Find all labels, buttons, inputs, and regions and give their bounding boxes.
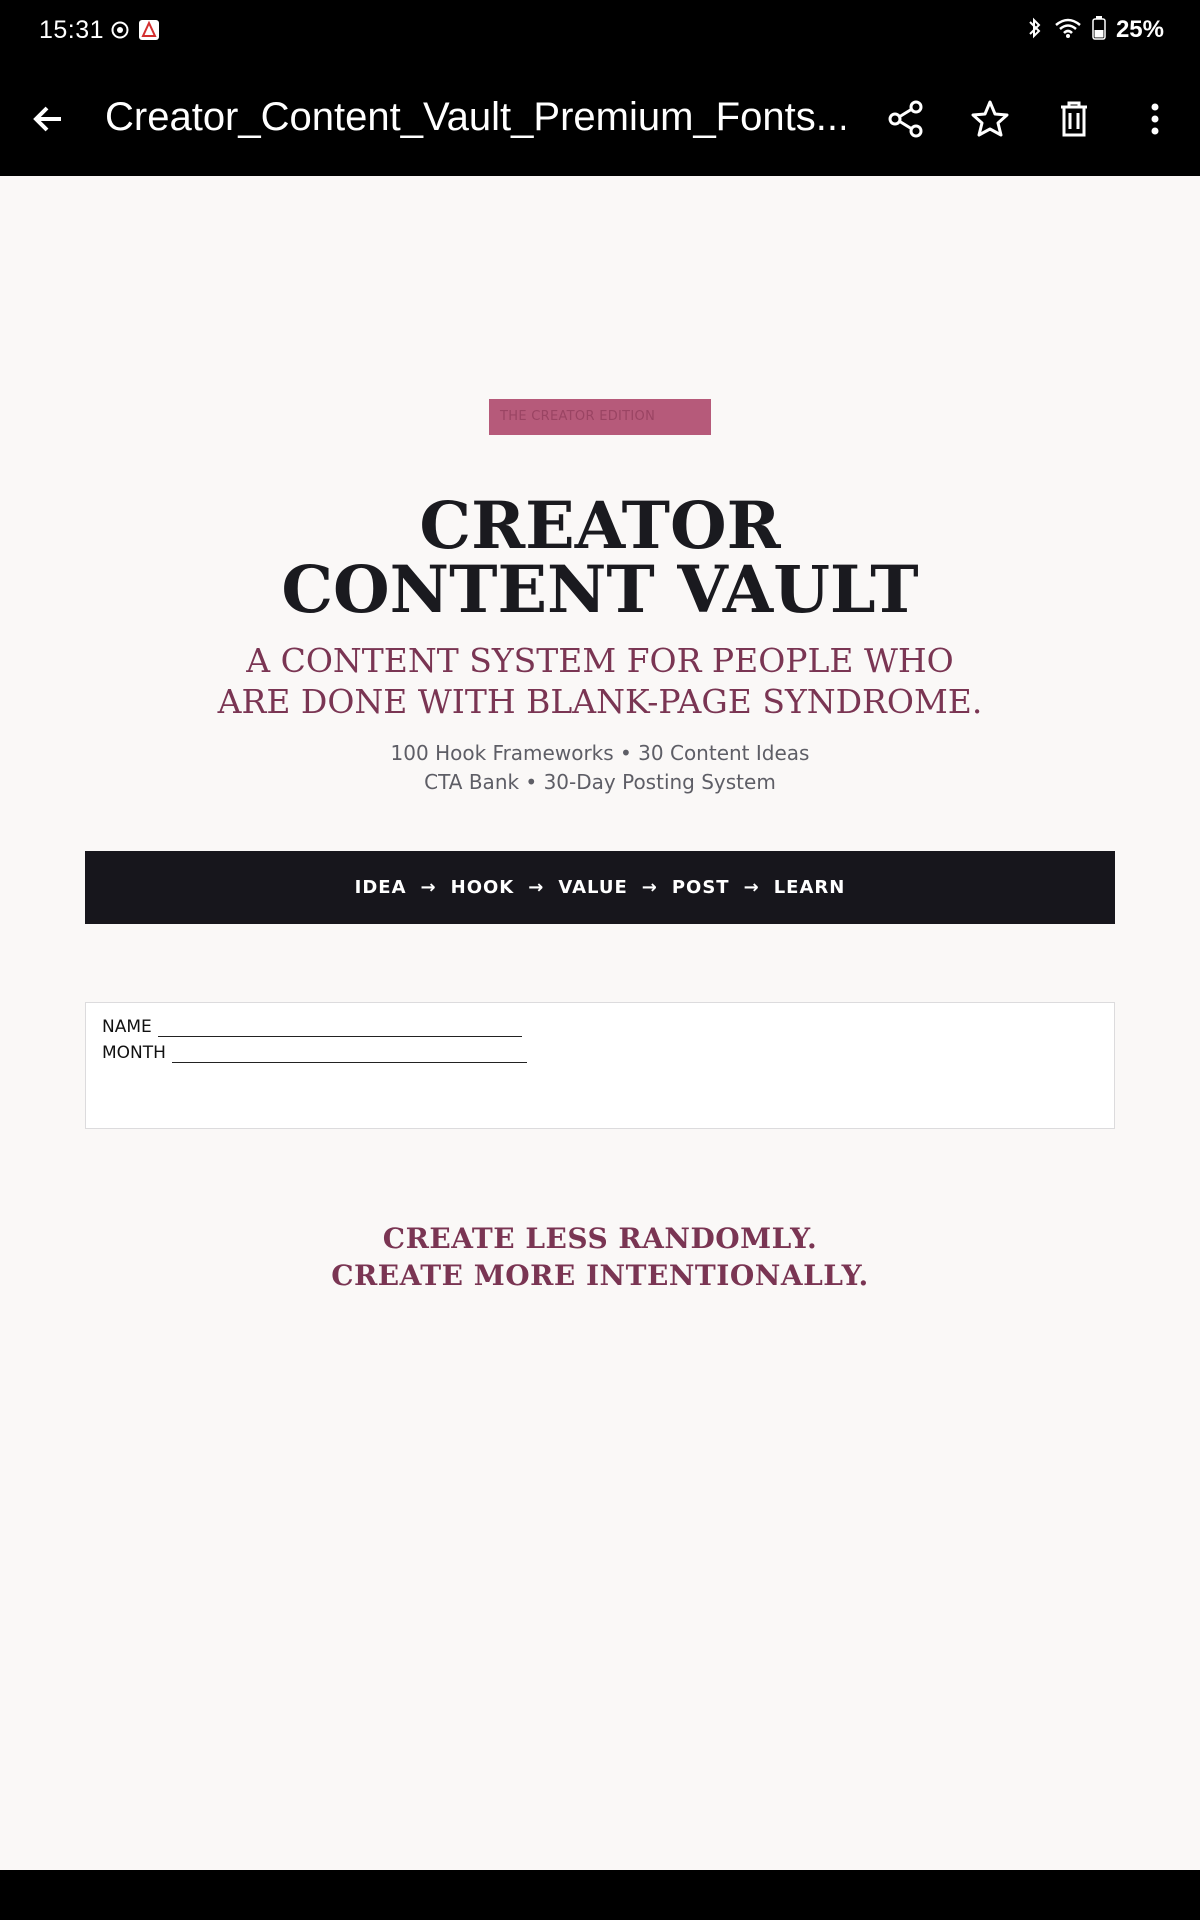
tagline-line-2: CREATE MORE INTENTIONALLY. [331, 1259, 869, 1292]
name-line [157, 1018, 522, 1037]
main-title: CREATOR CONTENT VAULT [0, 494, 1200, 623]
battery-percent: 25% [1115, 16, 1164, 43]
tagline: CREATE LESS RANDOMLY. CREATE MORE INTENT… [0, 1220, 1200, 1294]
process-step: LEARN [773, 877, 846, 898]
more-vertical-icon [1151, 103, 1159, 135]
delete-icon [1061, 101, 1087, 137]
status-bar: 15:31 25% [0, 0, 1200, 62]
chrome-icon [111, 21, 129, 43]
process-step: HOOK [450, 877, 515, 898]
features-list: 100 Hook Frameworks • 30 Content Ideas C… [0, 739, 1200, 797]
document-page: THE CREATOR EDITION CREATOR CONTENT VAUL… [0, 176, 1200, 1870]
edition-badge: THE CREATOR EDITION [489, 399, 711, 435]
document-title: Creator_Content_Vault_Premium_Fonts.... [105, 95, 845, 139]
name-label: NAME [102, 1017, 152, 1037]
status-system-icons: 25% [1026, 16, 1164, 44]
subtitle: A CONTENT SYSTEM FOR PEOPLE WHO ARE DONE… [0, 640, 1200, 722]
status-time: 15:31 [39, 16, 105, 44]
pdf-app-icon [139, 20, 159, 44]
month-label: MONTH [102, 1043, 166, 1063]
features-line-1: 100 Hook Frameworks • 30 Content Ideas [390, 741, 810, 765]
battery-icon [1092, 16, 1106, 44]
delete-button[interactable] [1053, 98, 1095, 140]
process-step: IDEA [354, 877, 407, 898]
title-line-2: CONTENT VAULT [281, 552, 919, 628]
month-field: MONTH [102, 1043, 527, 1063]
bluetooth-icon [1026, 16, 1044, 44]
tagline-line-1: CREATE LESS RANDOMLY. [382, 1222, 818, 1255]
arrow-icon: → [641, 877, 658, 898]
arrow-icon: → [743, 877, 760, 898]
back-arrow-icon [33, 106, 61, 132]
star-button[interactable] [969, 98, 1011, 140]
process-bar: IDEA → HOOK → VALUE → POST → LEARN [85, 851, 1115, 924]
share-icon [888, 100, 923, 138]
share-button[interactable] [885, 98, 927, 140]
star-icon [971, 100, 1009, 137]
more-options-button[interactable] [1134, 98, 1176, 140]
wifi-icon [1054, 17, 1082, 43]
features-line-2: CTA Bank • 30-Day Posting System [424, 770, 776, 794]
bottom-bar [0, 1870, 1200, 1920]
back-button[interactable] [28, 98, 70, 140]
month-line [171, 1044, 527, 1063]
arrow-icon: → [420, 877, 437, 898]
process-step: VALUE [558, 877, 628, 898]
subtitle-line-2: ARE DONE WITH BLANK-PAGE SYNDROME. [217, 682, 983, 721]
subtitle-line-1: A CONTENT SYSTEM FOR PEOPLE WHO [246, 641, 954, 680]
name-month-box: NAME MONTH [85, 1002, 1115, 1129]
status-notification-icons [111, 20, 159, 44]
arrow-icon: → [528, 877, 545, 898]
name-field: NAME [102, 1017, 522, 1037]
process-step: POST [671, 877, 730, 898]
app-bar: Creator_Content_Vault_Premium_Fonts.... [0, 62, 1200, 176]
